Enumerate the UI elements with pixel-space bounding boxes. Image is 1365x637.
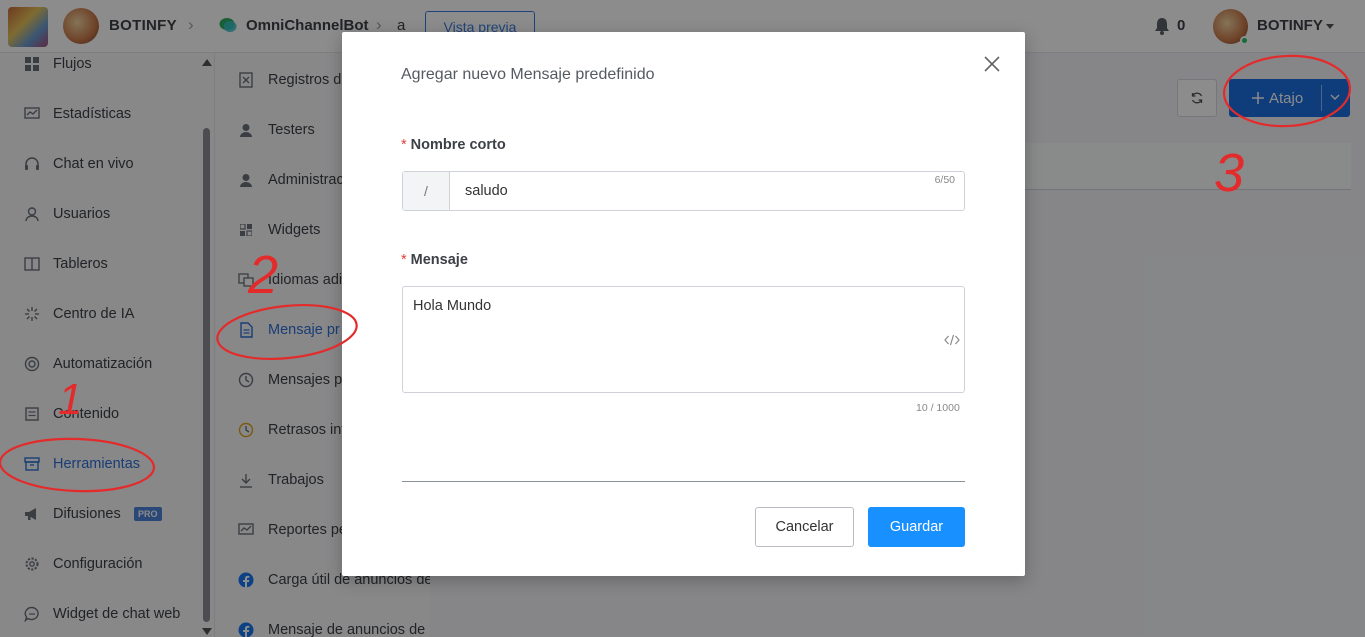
dialog-title: Agregar nuevo Mensaje predefinido: [401, 66, 655, 83]
save-button[interactable]: Guardar: [868, 507, 965, 547]
short-name-counter: 6/50: [934, 174, 955, 186]
add-predefined-message-dialog: Agregar nuevo Mensaje predefinido * Nombr…: [342, 32, 1025, 576]
required-mark: *: [401, 137, 407, 153]
short-name-label: * Nombre corto: [401, 137, 506, 153]
cancel-button[interactable]: Cancelar: [755, 507, 854, 547]
dialog-divider: [402, 481, 965, 482]
short-name-input[interactable]: / saludo 6/50: [402, 171, 965, 211]
code-icon[interactable]: [944, 334, 960, 346]
message-value: Hola Mundo: [413, 298, 492, 314]
message-label-text: Mensaje: [410, 252, 468, 268]
short-name-value: saludo: [465, 183, 508, 199]
close-icon[interactable]: [982, 54, 1002, 74]
slash-prefix: /: [403, 172, 450, 210]
required-mark: *: [401, 252, 407, 268]
short-name-label-text: Nombre corto: [410, 137, 506, 153]
message-label: * Mensaje: [401, 252, 468, 268]
message-counter: 10 / 1000: [916, 402, 960, 414]
message-textarea[interactable]: Hola Mundo: [402, 286, 965, 393]
